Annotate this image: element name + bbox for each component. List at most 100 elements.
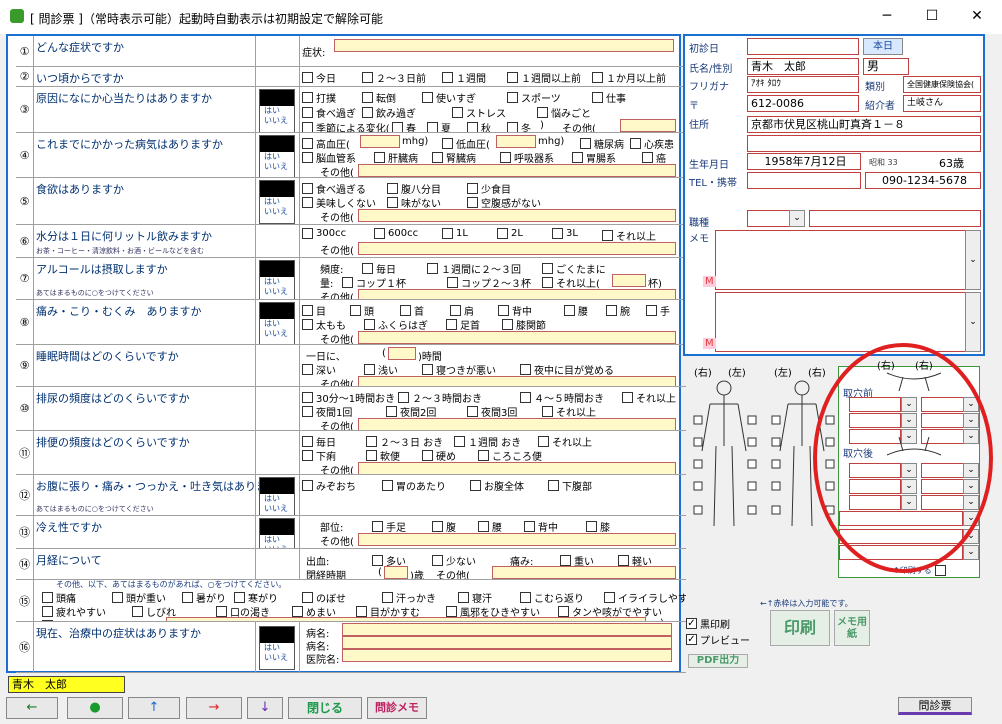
stool-option[interactable]: それ以上 (538, 434, 592, 449)
cold-option[interactable]: 腹 (432, 519, 456, 534)
water-option[interactable]: 300cc (302, 228, 346, 239)
tel-field[interactable] (747, 172, 861, 189)
forward-button[interactable]: → (186, 697, 242, 719)
furigana-field[interactable]: ｱｵｷ ﾀﾛｳ (747, 76, 859, 93)
sleep-option[interactable]: 夜中に目が覚める (520, 362, 614, 377)
first-visit-field[interactable] (747, 38, 859, 55)
appetite-other-field[interactable] (358, 209, 676, 222)
cold-option[interactable]: 腰 (478, 519, 502, 534)
symptom-option[interactable]: 暑がり (182, 590, 226, 605)
cause-option[interactable]: 悩みごと (537, 105, 591, 120)
sleep-option[interactable]: 寝つきが悪い (422, 362, 496, 377)
water-other-field[interactable] (358, 242, 676, 255)
kind-field[interactable]: 全国健康保険協会( (903, 76, 981, 93)
yes-no-toggle[interactable]: はいいいえ (259, 135, 295, 177)
pain-option[interactable]: 足首 (446, 317, 480, 332)
alcohol-freq-option[interactable]: ごくたまに (542, 261, 606, 276)
abdomen-option[interactable]: 下腹部 (548, 478, 592, 493)
clinic-name[interactable] (342, 649, 672, 662)
symptom-option[interactable]: 汗っかき (382, 590, 436, 605)
urine-option[interactable]: それ以上 (542, 404, 596, 419)
bleeding-option[interactable]: 少ない (432, 553, 476, 568)
symptom-option[interactable]: 寝汗 (458, 590, 492, 605)
stool-option[interactable]: ２〜３日 おき (366, 434, 443, 449)
alcohol-amount-option[interactable]: それ以上( (542, 275, 600, 290)
pain-option[interactable]: 頭 (350, 303, 374, 318)
up-button[interactable]: ↑ (128, 697, 180, 719)
yes-no-toggle[interactable]: はいいいえ (259, 477, 295, 515)
alcohol-amount-option[interactable]: コップ１杯 (342, 275, 406, 290)
job-field[interactable] (809, 210, 981, 227)
urine-option[interactable]: それ以上 (622, 390, 676, 405)
cause-option[interactable]: 転倒 (362, 90, 396, 105)
preview-option[interactable]: プレビュー (686, 632, 750, 647)
onset-option[interactable]: １週間 (442, 70, 486, 85)
close-form-button[interactable]: 閉じる (288, 697, 362, 719)
cause-option[interactable]: ストレス (452, 105, 506, 120)
mobile-field[interactable]: 090-1234-5678 (865, 172, 981, 189)
hypotension-value[interactable] (496, 135, 536, 148)
stool-option[interactable]: 下痢 (302, 448, 336, 463)
pain-option[interactable]: 手 (646, 303, 670, 318)
address-field[interactable]: 京都市伏見区桃山町真斉１－８ (747, 116, 981, 133)
season-option[interactable]: 夏 (427, 120, 451, 132)
memo-m-icon[interactable]: M (703, 276, 716, 287)
pain-option[interactable]: 腕 (606, 303, 630, 318)
season-option[interactable]: 春 (392, 120, 416, 132)
cold-option[interactable]: 背中 (524, 519, 558, 534)
menopause-age[interactable] (384, 566, 408, 579)
disease-option[interactable]: 癌 (642, 150, 666, 165)
stool-option[interactable]: ころころ便 (478, 448, 542, 463)
close-button[interactable]: ✕ (967, 6, 987, 26)
yes-no-toggle[interactable]: はいいいえ (259, 518, 295, 548)
symptom-option[interactable]: 頭痛 (42, 590, 76, 605)
stool-option[interactable]: １週間 おき (454, 434, 521, 449)
water-option[interactable]: 2L (497, 228, 523, 239)
down-button[interactable]: ↓ (247, 697, 283, 719)
abdomen-option[interactable]: みぞおち (302, 478, 356, 493)
back-button[interactable]: ← (6, 697, 58, 719)
disease-option[interactable]: 糖尿病 (580, 136, 624, 151)
hypertension-option[interactable]: 高血圧( (302, 136, 350, 151)
chevron-down-icon[interactable]: ⌄ (789, 210, 805, 227)
onset-option[interactable]: 今日 (302, 70, 336, 85)
disease-other-field[interactable] (358, 164, 676, 177)
onset-option[interactable]: ２〜３日前 (362, 70, 426, 85)
cold-other-field[interactable] (358, 533, 676, 546)
name-field[interactable]: 青木 太郎 (747, 58, 859, 75)
other-field[interactable] (620, 119, 676, 132)
monshin-tab[interactable]: 問診票 (898, 697, 972, 715)
sleep-hours[interactable] (388, 347, 416, 360)
onset-option[interactable]: １週間以上前 (507, 70, 581, 85)
print-button[interactable]: 印刷 (770, 610, 830, 646)
cause-option[interactable]: 打撲 (302, 90, 336, 105)
home-button[interactable]: ● (67, 697, 123, 719)
symptom-field[interactable] (334, 39, 674, 52)
menstrual-other[interactable] (492, 566, 676, 579)
cause-option[interactable]: 使いすぎ (422, 90, 476, 105)
disease-option[interactable]: 心疾患 (630, 136, 674, 151)
pain-other-field[interactable] (358, 331, 676, 344)
stool-other-field[interactable] (358, 462, 676, 474)
maximize-button[interactable]: ☐ (922, 6, 942, 26)
minimize-button[interactable]: ─ (877, 6, 897, 26)
cause-option[interactable]: 食べ過ぎ (302, 105, 356, 120)
water-option[interactable]: 600cc (374, 228, 418, 239)
pain-option[interactable]: 太もも (302, 317, 346, 332)
disease-name-1[interactable] (342, 623, 672, 636)
alcohol-other-field[interactable] (358, 289, 676, 299)
alcohol-freq-option[interactable]: 毎日 (362, 261, 396, 276)
water-option[interactable]: 1L (442, 228, 468, 239)
symptom-option[interactable]: イライラしやすい (604, 590, 686, 605)
pain-option[interactable]: 腰 (564, 303, 588, 318)
disease-option[interactable]: 胃腸系 (572, 150, 616, 165)
symptom-option[interactable]: 疲れやすい (42, 604, 106, 619)
disease-option[interactable]: 呼吸器系 (500, 150, 554, 165)
memo-field-1[interactable] (715, 230, 981, 290)
yes-no-toggle[interactable]: はいいいえ (259, 302, 295, 344)
water-option[interactable]: 3L (552, 228, 578, 239)
urine-option[interactable]: 30分〜1時間おき (302, 390, 395, 405)
interview-memo-button[interactable]: 問診メモ (367, 697, 427, 719)
sleep-option[interactable]: 浅い (364, 362, 398, 377)
sleep-other-field[interactable] (358, 376, 676, 386)
